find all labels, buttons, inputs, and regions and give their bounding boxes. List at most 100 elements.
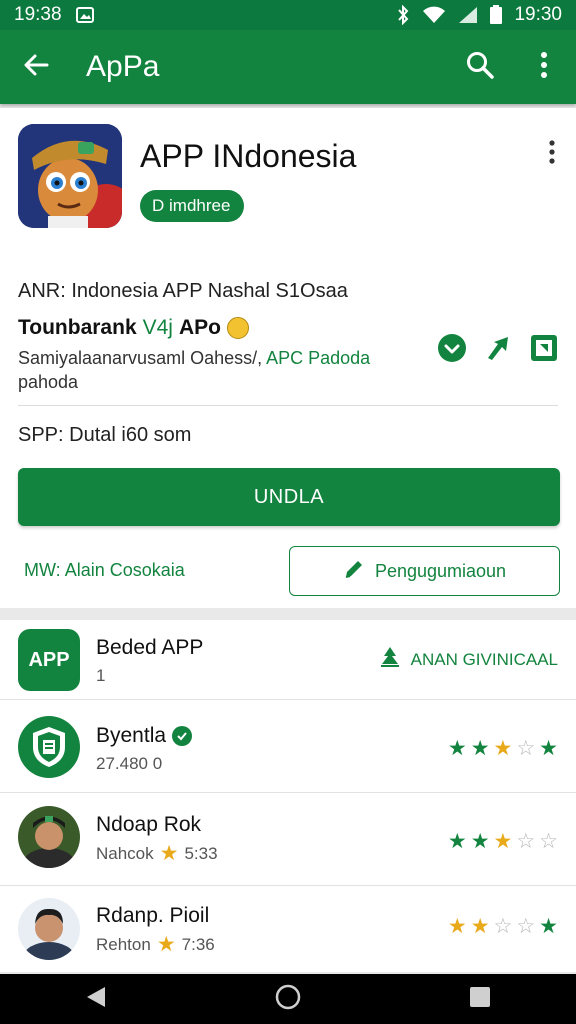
bookmark-box-icon — [529, 333, 559, 368]
status-time-right: 19:30 — [514, 4, 562, 25]
star-empty-icon: ☆ — [516, 915, 536, 938]
star-icon: ★ — [539, 915, 558, 938]
rating-stars: ★ ★ ☆ ☆ ★ — [448, 916, 558, 937]
description-text: Samiyalaanarvusaml Oahess/, — [18, 348, 263, 368]
app-meta-line: ANR: Indonesia APP Nashal S1Osaa — [18, 280, 348, 302]
circle-home-icon — [275, 984, 301, 1015]
developer-suffix: APo — [178, 316, 221, 339]
app-detail-card: APP INdonesia D imdhree ANR: Indonesia A… — [0, 108, 576, 608]
list-item-sub: 1 — [96, 666, 106, 685]
download-action[interactable]: ANAN GIVINICAAL — [379, 646, 558, 673]
app-badge-text: APP — [28, 648, 70, 671]
app-icon-image[interactable] — [18, 124, 122, 228]
mw-label: MW: — [24, 560, 61, 580]
divider — [18, 405, 558, 406]
app-title: APP INdonesia — [140, 138, 357, 174]
overflow-menu-button[interactable] — [512, 30, 576, 104]
heart-button[interactable] — [436, 333, 468, 368]
bookmark-button[interactable] — [528, 334, 560, 366]
star-icon: ★ — [447, 737, 467, 760]
bluetooth-icon — [396, 5, 410, 25]
download-label: ANAN GIVINICAAL — [410, 649, 558, 669]
meta-actions — [436, 333, 560, 368]
related-list: APP Beded APP 1 ANAN GIVINICAAL Byentla … — [0, 620, 576, 972]
nav-recents-button[interactable] — [450, 974, 510, 1024]
size-line: SPP: Dutal i60 som — [18, 424, 192, 446]
nav-back-button[interactable] — [66, 974, 126, 1024]
list-item-sub-label: Rehton — [96, 934, 151, 954]
developer-tag: V4j — [142, 316, 173, 339]
list-item[interactable]: Byentla 27.480 0 ★ ★ ★ ☆ ★ — [0, 700, 576, 793]
battery-icon — [490, 5, 503, 25]
list-item-name: Rdanp. Pioil — [96, 904, 210, 927]
star-icon: ★ — [447, 915, 467, 938]
list-item-name: Byentla — [96, 724, 193, 748]
status-bar: 19:38 19:30 — [0, 0, 576, 30]
description-text-2: pahoda — [18, 372, 79, 392]
nav-home-button[interactable] — [258, 974, 318, 1024]
primary-action-button[interactable]: UNDLA — [18, 468, 560, 526]
star-icon: ★ — [156, 933, 176, 956]
share-button[interactable] — [482, 334, 514, 366]
star-empty-icon: ☆ — [516, 830, 536, 853]
rating-stars: ★ ★ ★ ☆ ☆ — [448, 831, 558, 852]
list-item-name: Ndoap Rok — [96, 813, 202, 836]
app-more-button[interactable] — [538, 138, 566, 170]
search-button[interactable] — [448, 30, 512, 104]
list-item-sub: 27.480 0 — [96, 754, 163, 773]
description-link[interactable]: APC Padoda — [266, 348, 370, 368]
star-empty-icon: ☆ — [516, 737, 536, 760]
star-empty-icon: ☆ — [493, 915, 513, 938]
rating-stars: ★ ★ ★ ☆ ★ — [448, 738, 558, 759]
status-time-left: 19:38 — [14, 4, 62, 25]
user-avatar — [18, 898, 80, 960]
app-bar-title: ApPa — [86, 50, 160, 83]
mw-line: MW: Alain Cosokaia — [24, 560, 185, 581]
arrow-left-icon — [21, 50, 51, 85]
list-item-sub: Rehton ★ 7:36 — [96, 934, 215, 955]
more-vertical-icon — [548, 139, 556, 170]
star-icon: ★ — [470, 830, 490, 853]
image-icon — [75, 7, 94, 23]
star-icon: ★ — [159, 842, 179, 865]
write-review-label: Pengugumiaoun — [374, 560, 507, 581]
shield-app-icon — [18, 716, 80, 778]
star-icon: ★ — [539, 737, 558, 760]
user-avatar — [18, 806, 80, 868]
app-badge-icon: APP — [18, 629, 80, 691]
star-icon: ★ — [470, 915, 490, 938]
list-item-sub-label: Nahcok — [96, 843, 154, 863]
list-item-sub-value: 5:33 — [184, 843, 218, 863]
star-icon: ★ — [493, 737, 513, 760]
triangle-back-icon — [85, 985, 107, 1014]
app-bar: ApPa — [0, 30, 576, 104]
app-description: Samiyalaanarvusaml Oahess/, APC Padoda p… — [18, 346, 418, 394]
developer-name: Tounbarank — [18, 316, 137, 339]
verified-check-icon — [172, 726, 193, 746]
signal-icon — [458, 6, 478, 24]
list-item[interactable]: APP Beded APP 1 ANAN GIVINICAAL — [0, 620, 576, 700]
chip-label: D imdhree — [152, 196, 231, 215]
list-item-sub: Nahcok ★ 5:33 — [96, 843, 218, 864]
write-review-button[interactable]: Pengugumiaoun — [289, 546, 560, 596]
wifi-icon — [422, 6, 446, 24]
search-icon — [465, 50, 495, 85]
status-chip[interactable]: D imdhree — [140, 190, 245, 222]
list-item-name: Beded APP — [96, 636, 204, 659]
emoji-icon — [226, 317, 249, 339]
heart-badge-icon — [437, 333, 467, 368]
list-item[interactable]: Rdanp. Pioil Rehton ★ 7:36 ★ ★ ☆ ☆ ★ — [0, 886, 576, 972]
mw-value[interactable]: Alain Cosokaia — [65, 560, 185, 580]
star-icon: ★ — [447, 830, 467, 853]
list-item-sub-value: 7:36 — [181, 934, 215, 954]
back-button[interactable] — [0, 30, 72, 104]
list-item-name-text: Byentla — [96, 724, 167, 747]
star-empty-icon: ☆ — [539, 830, 558, 853]
developer-line: Tounbarank V4j APo — [18, 316, 249, 340]
list-item[interactable]: Ndoap Rok Nahcok ★ 5:33 ★ ★ ★ ☆ ☆ — [0, 793, 576, 886]
system-nav-bar — [0, 974, 576, 1024]
star-icon: ★ — [470, 737, 490, 760]
download-tree-icon — [379, 646, 401, 673]
star-icon: ★ — [493, 830, 513, 853]
share-arrow-icon — [484, 334, 512, 367]
